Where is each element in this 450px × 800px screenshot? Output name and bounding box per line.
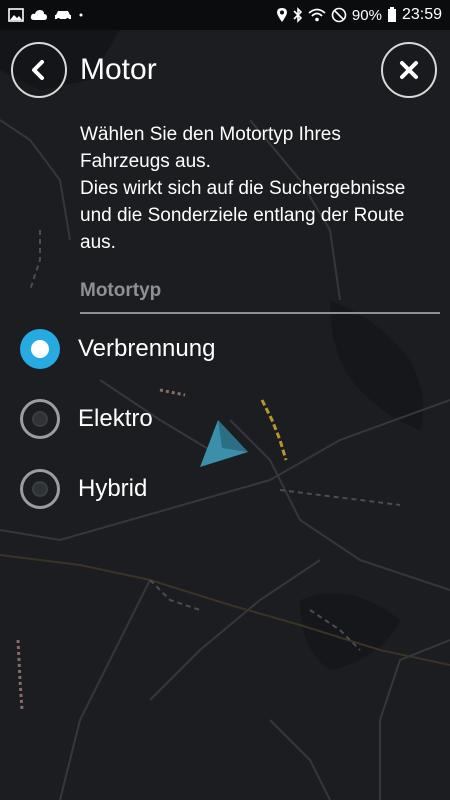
notification-dot-icon (78, 12, 84, 18)
description-text: Wählen Sie den Motortyp Ihres Fahrzeugs … (80, 121, 430, 256)
back-button[interactable] (11, 42, 67, 98)
car-icon (54, 9, 72, 21)
chevron-left-icon (32, 60, 44, 80)
status-bar: 90% 23:59 (0, 0, 450, 30)
radio-unselected[interactable] (20, 469, 60, 509)
description-line: Wählen Sie den Motortyp Ihres (80, 124, 341, 145)
option-label: Verbrennung (78, 335, 216, 362)
gallery-icon (8, 8, 24, 22)
header: Motor (0, 40, 450, 104)
section-divider (80, 312, 440, 314)
close-icon (400, 61, 418, 79)
wifi-icon (308, 8, 326, 22)
bluetooth-icon (293, 7, 303, 23)
do-not-disturb-icon (331, 7, 347, 23)
description-line: und die Sonderziele entlang der Route (80, 205, 405, 226)
page-title: Motor (80, 53, 157, 86)
option-verbrennung[interactable]: Verbrennung (0, 320, 450, 378)
option-hybrid[interactable]: Hybrid (0, 460, 450, 518)
cloud-icon (30, 9, 48, 21)
clock: 23:59 (401, 6, 442, 23)
option-label: Elektro (78, 405, 153, 432)
section-label: Motortyp (80, 280, 162, 301)
radio-selected[interactable] (20, 329, 60, 369)
option-label: Hybrid (78, 475, 148, 502)
battery-percent: 90% (351, 6, 382, 24)
location-icon (276, 7, 288, 23)
description-line: aus. (80, 232, 116, 253)
close-button[interactable] (381, 42, 437, 98)
battery-icon (387, 7, 397, 23)
description-line: Dies wirkt sich auf die Suchergebnisse (80, 178, 406, 199)
option-elektro[interactable]: Elektro (0, 390, 450, 448)
description-line: Fahrzeugs aus. (80, 151, 211, 172)
radio-unselected[interactable] (20, 399, 60, 439)
